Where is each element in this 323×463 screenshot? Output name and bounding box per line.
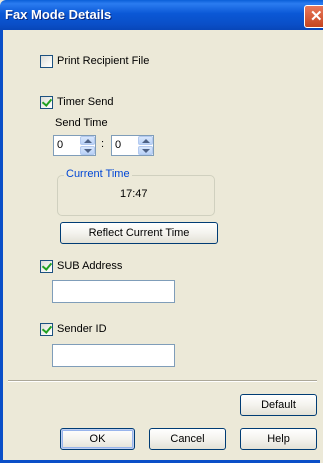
close-icon: ✕	[310, 8, 323, 25]
timer-send-checkbox[interactable]	[40, 96, 53, 109]
current-time-value: 17:47	[120, 188, 148, 200]
print-recipient-file-label[interactable]: Print Recipient File	[57, 55, 149, 67]
sub-address-checkbox[interactable]	[40, 260, 53, 273]
current-time-legend: Current Time	[64, 168, 132, 180]
title-bar: Fax Mode Details ✕	[0, 0, 323, 30]
reflect-current-time-button[interactable]: Reflect Current Time	[60, 222, 218, 244]
sub-address-label[interactable]: SUB Address	[57, 260, 122, 272]
timer-send-label[interactable]: Timer Send	[57, 96, 113, 108]
send-time-minute-spinner[interactable]: 0	[111, 135, 154, 156]
sub-address-input[interactable]	[52, 280, 175, 303]
default-button[interactable]: Default	[240, 394, 317, 416]
sender-id-input[interactable]	[52, 344, 175, 367]
send-time-hour-spinner[interactable]: 0	[53, 135, 96, 156]
window-title: Fax Mode Details	[5, 7, 112, 22]
cancel-button[interactable]: Cancel	[149, 428, 226, 450]
send-time-hour-value[interactable]: 0	[57, 139, 63, 151]
hour-down-arrow-icon[interactable]	[80, 146, 95, 155]
minute-up-arrow-icon[interactable]	[138, 136, 153, 145]
help-button[interactable]: Help	[240, 428, 317, 450]
send-time-label: Send Time	[55, 117, 108, 129]
ok-button[interactable]: OK	[60, 428, 135, 450]
time-separator: :	[101, 138, 105, 150]
hour-up-arrow-icon[interactable]	[80, 136, 95, 145]
minute-down-arrow-icon[interactable]	[138, 146, 153, 155]
sender-id-label[interactable]: Sender ID	[57, 323, 107, 335]
close-button[interactable]: ✕	[304, 5, 323, 28]
sender-id-checkbox[interactable]	[40, 323, 53, 336]
print-recipient-file-checkbox[interactable]	[40, 55, 53, 68]
separator	[8, 380, 317, 382]
send-time-minute-value[interactable]: 0	[115, 139, 121, 151]
